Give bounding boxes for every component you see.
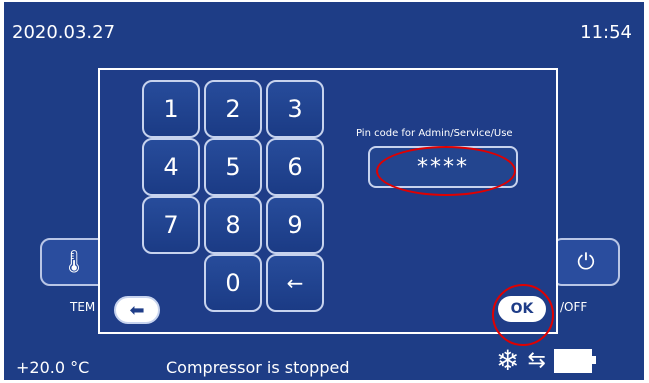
key-9[interactable]: 9 (266, 196, 324, 254)
snowflake-icon: ❄ (496, 344, 520, 377)
hmi-screen: 2020.03.27 11:54 🌡 TEM ⏻ /OFF 1 2 3 4 5 … (4, 2, 644, 380)
key-7[interactable]: 7 (142, 196, 200, 254)
key-6[interactable]: 6 (266, 138, 324, 196)
backspace-key[interactable]: ← (266, 254, 324, 312)
status-icons: ❄ ⇆ (496, 344, 596, 377)
key-4[interactable]: 4 (142, 138, 200, 196)
thermometer-icon: 🌡 (60, 249, 88, 275)
pin-label: Pin code for Admin/Service/Use (356, 128, 513, 139)
temperature-reading: +20.0 °C (16, 358, 90, 377)
key-5[interactable]: 5 (204, 138, 262, 196)
pin-input[interactable]: **** (368, 146, 518, 188)
power-button[interactable]: ⏻ (552, 238, 620, 286)
key-3[interactable]: 3 (266, 80, 324, 138)
key-8[interactable]: 8 (204, 196, 262, 254)
time: 11:54 (580, 22, 632, 43)
back-arrow-icon: ⬅ (129, 299, 145, 321)
keypad: 1 2 3 4 5 6 7 8 9 0 ← (142, 80, 326, 312)
status-message: Compressor is stopped (166, 358, 350, 377)
date: 2020.03.27 (12, 22, 116, 43)
pin-dialog: 1 2 3 4 5 6 7 8 9 0 ← Pin code for Admin… (98, 68, 558, 346)
power-icon: ⏻ (577, 249, 595, 275)
key-0[interactable]: 0 (204, 254, 262, 312)
key-1[interactable]: 1 (142, 80, 200, 138)
power-label: /OFF (560, 300, 588, 314)
ok-button[interactable]: OK (498, 296, 546, 322)
battery-icon (553, 348, 596, 373)
key-2[interactable]: 2 (204, 80, 262, 138)
usb-icon: ⇆ (527, 348, 546, 373)
back-button[interactable]: ⬅ (114, 296, 160, 324)
temperature-label: TEM (70, 300, 96, 314)
